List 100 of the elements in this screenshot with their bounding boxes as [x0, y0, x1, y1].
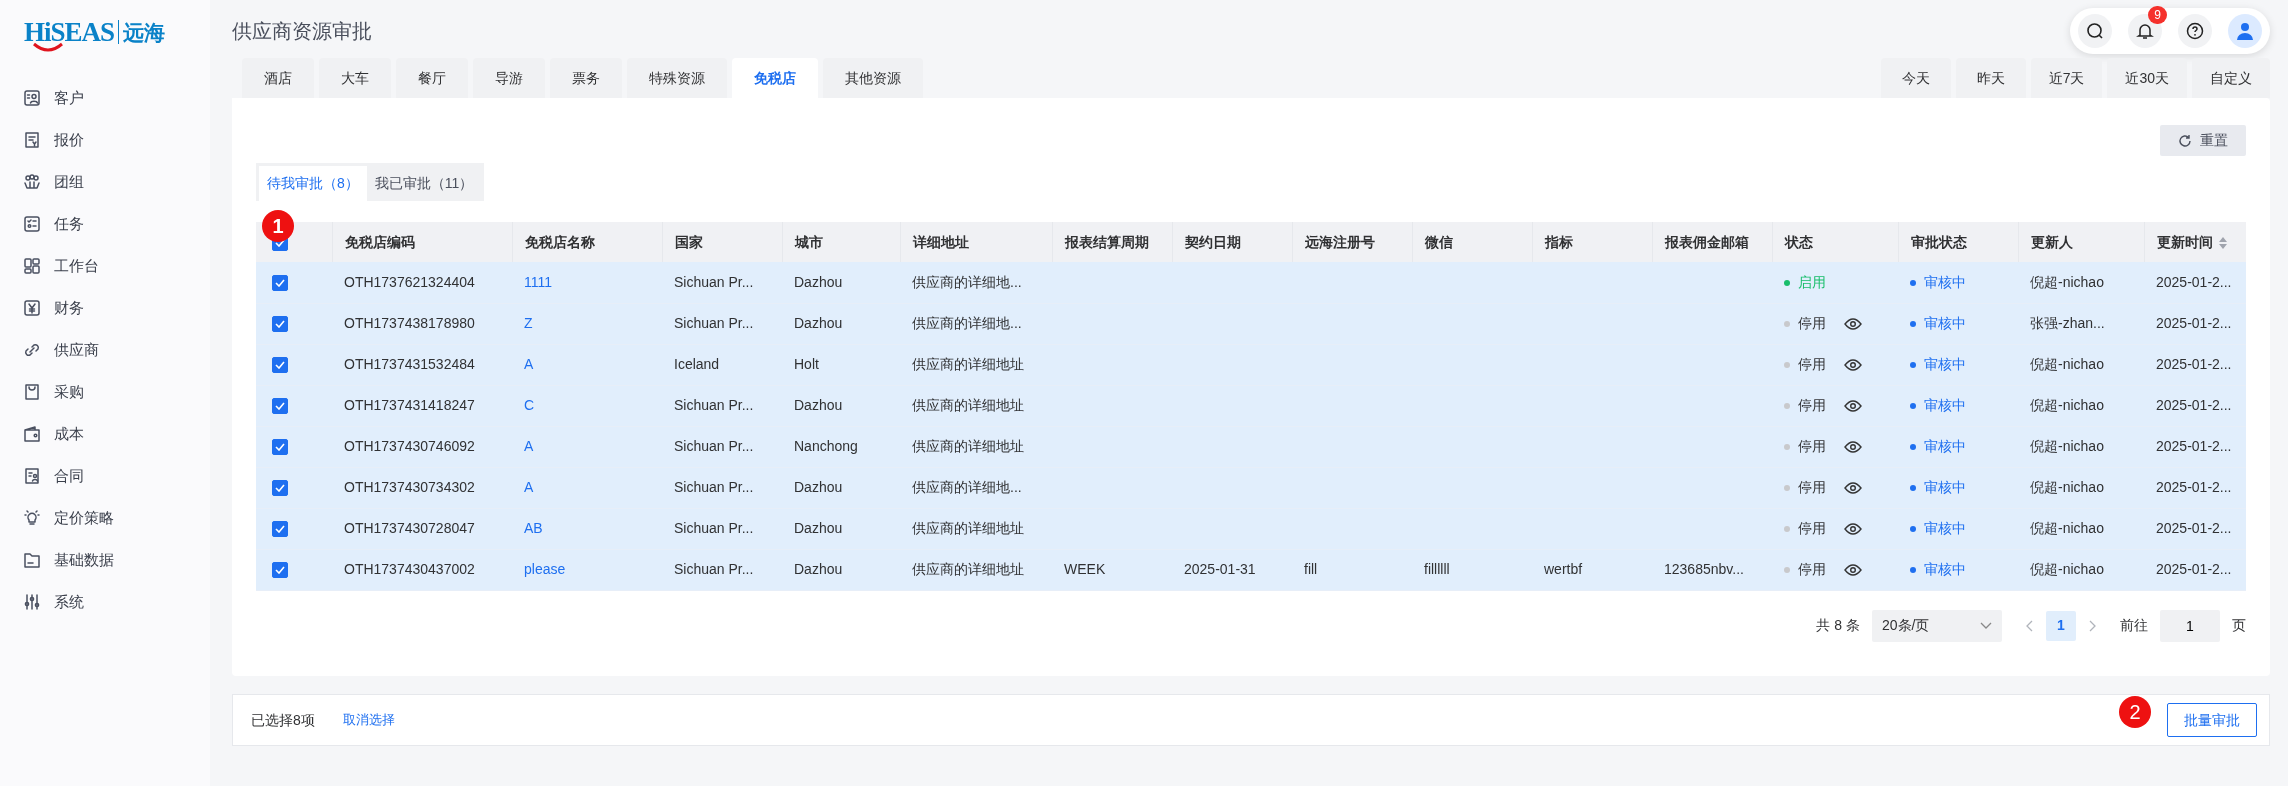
- clear-selection-link[interactable]: 取消选择: [342, 710, 395, 730]
- table-cell: Dazhou: [794, 315, 843, 331]
- resource-tab[interactable]: 酒店: [242, 58, 314, 98]
- resource-tab[interactable]: 导游: [473, 58, 545, 98]
- table-cell: 2025-01-2...: [2156, 520, 2232, 536]
- page-title: 供应商资源审批: [232, 19, 372, 44]
- store-name-link[interactable]: 1111: [524, 273, 553, 290]
- page-size-select[interactable]: 20条/页: [1872, 609, 2002, 642]
- status-text: 停用: [1798, 520, 1826, 536]
- resource-tab[interactable]: 其他资源: [823, 58, 923, 98]
- resource-tab[interactable]: 大车: [319, 58, 391, 98]
- table-cell: OTH1737430728047: [344, 520, 475, 536]
- eye-icon[interactable]: [1844, 441, 1862, 454]
- sidebar-item[interactable]: 供应商: [0, 329, 210, 371]
- sidebar-item[interactable]: 基础数据: [0, 539, 210, 581]
- reset-button[interactable]: 重置: [2160, 125, 2246, 156]
- approval-tab[interactable]: 待我审批（8）: [259, 166, 367, 201]
- checkbox[interactable]: [272, 398, 288, 415]
- table-cell: 2025-01-2...: [2156, 397, 2232, 413]
- approval-dot: [1910, 444, 1916, 451]
- eye-icon[interactable]: [1844, 359, 1862, 372]
- sidebar-item[interactable]: 采购: [0, 371, 210, 413]
- resource-tab[interactable]: 票务: [550, 58, 622, 98]
- page-number-field[interactable]: 1: [2160, 609, 2220, 642]
- resource-tab[interactable]: 餐厅: [396, 58, 468, 98]
- date-tab[interactable]: 近30天: [2107, 58, 2187, 98]
- page-button[interactable]: 1: [2046, 610, 2076, 641]
- checkbox[interactable]: [272, 357, 288, 374]
- date-tab[interactable]: 昨天: [1955, 58, 2026, 98]
- checkbox[interactable]: [272, 480, 288, 497]
- approval-status: 审核中: [1924, 520, 1966, 536]
- table-cell: Dazhou: [794, 479, 843, 495]
- store-name-link[interactable]: A: [524, 438, 534, 454]
- sidebar-item[interactable]: 成本: [0, 413, 210, 455]
- date-tab[interactable]: 今天: [1880, 58, 1951, 98]
- table-cell: OTH1737438178980: [344, 315, 475, 331]
- table-cell: 供应商的详细地...: [912, 273, 1022, 290]
- table-cell: Nanchong: [794, 438, 858, 454]
- table-cell: Sichuan Pr...: [674, 397, 754, 413]
- checkbox[interactable]: [272, 316, 288, 333]
- table-cell: 倪超-nichao: [2030, 561, 2104, 577]
- selection-count: 已选择8项: [251, 710, 315, 730]
- table-cell: Dazhou: [794, 397, 843, 413]
- table-cell: Dazhou: [794, 273, 843, 290]
- avatar-button[interactable]: [2228, 14, 2262, 48]
- table-cell: 2025-01-2...: [2156, 273, 2232, 290]
- column-header: 契约日期: [1184, 233, 1241, 250]
- column-header: 审批状态: [1910, 233, 1967, 250]
- checkbox[interactable]: [272, 521, 288, 538]
- sidebar-item[interactable]: 合同: [0, 455, 210, 497]
- sidebar-item[interactable]: 财务: [0, 287, 210, 329]
- checkbox[interactable]: [272, 275, 288, 292]
- store-name-link[interactable]: A: [524, 479, 534, 495]
- date-tab[interactable]: 近7天: [2030, 58, 2103, 98]
- store-name-link[interactable]: AB: [524, 520, 543, 536]
- column-header: 状态: [1784, 233, 1813, 250]
- store-name-link[interactable]: please: [524, 561, 566, 577]
- sidebar-item[interactable]: 任务: [0, 203, 210, 245]
- date-tab[interactable]: 自定义: [2192, 58, 2270, 98]
- store-name-link[interactable]: C: [524, 397, 535, 413]
- eye-icon[interactable]: [1844, 400, 1862, 413]
- eye-icon[interactable]: [1844, 523, 1862, 536]
- eye-icon[interactable]: [1844, 564, 1862, 577]
- check-icon: [275, 566, 285, 575]
- checkbox[interactable]: [272, 562, 288, 579]
- table-cell: 倪超-nichao: [2030, 397, 2104, 413]
- total-count: 共 8 条: [1816, 616, 1860, 635]
- table-cell: 倪超-nichao: [2030, 438, 2104, 454]
- batch-approve-button[interactable]: 批量审批: [2167, 703, 2257, 737]
- eye-icon[interactable]: [1844, 318, 1862, 331]
- table-cell: Holt: [794, 356, 819, 372]
- store-name-link[interactable]: A: [524, 356, 534, 372]
- approval-status: 审核中: [1924, 479, 1966, 495]
- store-name-link[interactable]: Z: [524, 315, 533, 331]
- table-cell: Sichuan Pr...: [674, 479, 754, 495]
- check-icon: [275, 484, 285, 493]
- approval-dot: [1910, 362, 1916, 369]
- sidebar-item[interactable]: 系统: [0, 581, 210, 623]
- table-cell: 2025-01-2...: [2156, 438, 2232, 454]
- column-header: 国家: [674, 233, 703, 250]
- help-button[interactable]: [2178, 14, 2212, 48]
- sidebar-item[interactable]: 工作台: [0, 245, 210, 287]
- table-cell: 供应商的详细地址: [912, 397, 1024, 413]
- sidebar-item[interactable]: 团组: [0, 161, 210, 203]
- sidebar-item[interactable]: 客户: [0, 77, 210, 119]
- table-cell: Sichuan Pr...: [674, 520, 754, 536]
- approval-dot: [1910, 485, 1916, 492]
- approval-status: 审核中: [1924, 315, 1966, 331]
- search-button[interactable]: [2078, 14, 2112, 48]
- sidebar-item[interactable]: 报价: [0, 119, 210, 161]
- people-icon: [22, 172, 42, 192]
- resource-tab[interactable]: 免税店: [732, 58, 818, 98]
- resource-tab[interactable]: 特殊资源: [627, 58, 727, 98]
- approval-tab[interactable]: 我已审批（11）: [366, 166, 482, 201]
- table-cell: Dazhou: [794, 561, 843, 577]
- column-header: 更新时间: [2156, 233, 2213, 250]
- table-cell: OTH1737430437002: [344, 561, 475, 577]
- checkbox[interactable]: [272, 439, 288, 456]
- sidebar-item[interactable]: 定价策略: [0, 497, 210, 539]
- eye-icon[interactable]: [1844, 482, 1862, 495]
